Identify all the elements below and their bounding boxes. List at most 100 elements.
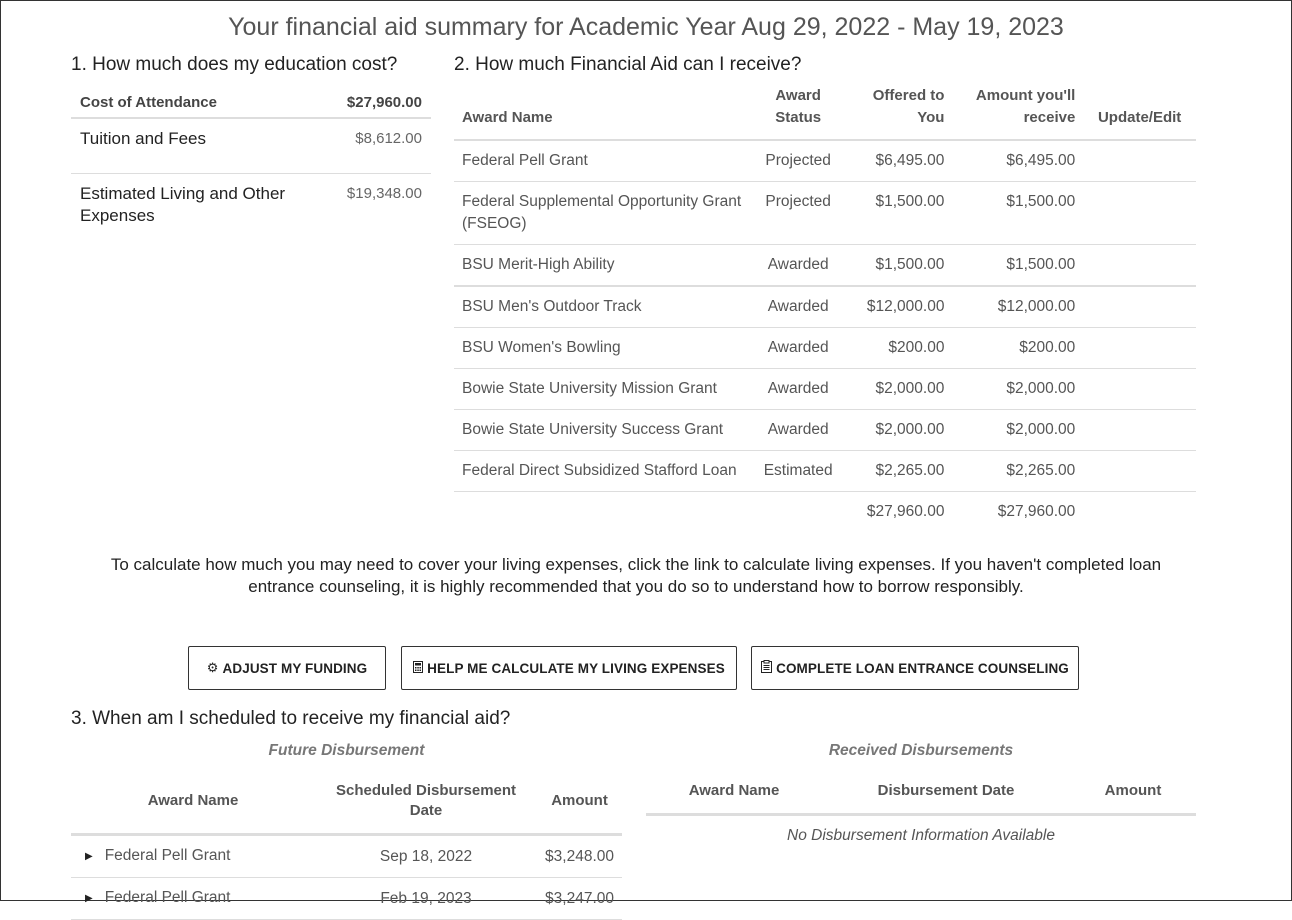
award-edit-cell bbox=[1083, 181, 1196, 245]
award-receive: $12,000.00 bbox=[952, 286, 1084, 328]
gear-icon: ⚙ bbox=[206, 660, 219, 675]
cost-row: Tuition and Fees $8,612.00 bbox=[71, 119, 431, 174]
adjust-funding-button[interactable]: ⚙ ADJUST MY FUNDING bbox=[188, 646, 386, 690]
award-receive: $6,495.00 bbox=[952, 140, 1084, 182]
disbursement-award: ▶ Federal Pell Grant bbox=[71, 877, 315, 920]
received-disbursements-title: Received Disbursements bbox=[828, 742, 1014, 759]
disbursement-amount: $3,247.00 bbox=[537, 877, 622, 920]
calculate-living-expenses-label: HELP ME CALCULATE MY LIVING EXPENSES bbox=[427, 660, 725, 676]
award-row: Federal Direct Subsidized Stafford Loan … bbox=[454, 450, 1196, 492]
expand-arrow-icon[interactable]: ▶ bbox=[85, 889, 93, 909]
future-disbursement-title: Future Disbursement bbox=[268, 742, 425, 759]
award-receive: $2,000.00 bbox=[952, 368, 1084, 410]
cost-header-row: Cost of Attendance $27,960.00 bbox=[71, 87, 431, 119]
adjust-funding-label: ADJUST MY FUNDING bbox=[222, 660, 368, 676]
award-edit-cell bbox=[1083, 409, 1196, 451]
award-status: Awarded bbox=[750, 286, 847, 328]
col-received-award-name: Award Name bbox=[646, 777, 822, 816]
future-header-row: Award Name Scheduled Disbursement Date A… bbox=[71, 777, 622, 836]
award-receive: $2,265.00 bbox=[952, 450, 1084, 492]
award-offered: $2,000.00 bbox=[846, 409, 953, 451]
award-status: Projected bbox=[750, 140, 847, 182]
award-receive: $2,000.00 bbox=[952, 409, 1084, 451]
award-name: BSU Merit-High Ability bbox=[454, 244, 750, 287]
col-future-amount: Amount bbox=[537, 777, 622, 836]
loan-counseling-label: COMPLETE LOAN ENTRANCE COUNSELING bbox=[776, 660, 1069, 676]
award-edit-cell bbox=[1083, 327, 1196, 369]
award-offered: $12,000.00 bbox=[846, 286, 953, 328]
award-receive: $200.00 bbox=[952, 327, 1084, 369]
disbursement-date: Feb 19, 2023 bbox=[315, 877, 538, 920]
no-disbursement-row: No Disbursement Information Available bbox=[646, 815, 1196, 857]
col-disbursement-date: Disbursement Date bbox=[822, 777, 1070, 816]
col-offered: Offered to You bbox=[846, 85, 953, 141]
clipboard-icon bbox=[761, 660, 773, 676]
section2-heading: 2. How much Financial Aid can I receive? bbox=[454, 54, 802, 75]
awards-header-row: Award Name Award Status Offered to You Amo… bbox=[454, 85, 1196, 141]
section1-heading: 1. How much does my education cost? bbox=[71, 54, 398, 75]
awards-table: Award Name Award Status Offered to You Amo… bbox=[454, 85, 1196, 532]
award-row: BSU Women's Bowling Awarded $200.00 $200… bbox=[454, 327, 1196, 369]
col-award-name: Award Name bbox=[454, 85, 750, 141]
disbursement-row[interactable]: ▶ Federal Pell Grant Feb 19, 2023 $3,247.… bbox=[71, 877, 622, 920]
received-header-row: Award Name Disbursement Date Amount bbox=[646, 777, 1196, 816]
disbursement-award: ▶ Federal Pell Grant bbox=[71, 834, 315, 878]
award-edit-cell bbox=[1083, 450, 1196, 492]
disbursement-row[interactable]: ▶ Federal Pell Grant Sep 18, 2022 $3,248.… bbox=[71, 834, 622, 878]
award-offered: $2,000.00 bbox=[846, 368, 953, 410]
award-offered: $6,495.00 bbox=[846, 140, 953, 182]
award-row: Bowie State University Success Grant Awa… bbox=[454, 409, 1196, 451]
cost-row-label: Tuition and Fees bbox=[80, 129, 206, 148]
col-amount-receive: Amount you'll receive bbox=[952, 85, 1084, 141]
award-edit-cell bbox=[1083, 140, 1196, 182]
cost-row-amount: $19,348.00 bbox=[346, 185, 422, 202]
award-edit-cell bbox=[1083, 244, 1196, 287]
award-offered: $1,500.00 bbox=[846, 181, 953, 245]
col-received-amount: Amount bbox=[1070, 777, 1196, 816]
award-status: Awarded bbox=[750, 409, 847, 451]
expand-arrow-icon[interactable]: ▶ bbox=[85, 847, 93, 867]
award-name: Bowie State University Mission Grant bbox=[454, 368, 750, 410]
award-status: Awarded bbox=[750, 327, 847, 369]
award-status: Awarded bbox=[750, 244, 847, 287]
award-status: Estimated bbox=[750, 450, 847, 492]
cost-row-amount: $8,612.00 bbox=[355, 130, 422, 147]
award-name: Bowie State University Success Grant bbox=[454, 409, 750, 451]
award-row: BSU Merit-High Ability Awarded $1,500.00… bbox=[454, 244, 1196, 287]
living-expenses-note: To calculate how much you may need to co… bbox=[110, 555, 1162, 596]
award-status: Projected bbox=[750, 181, 847, 245]
award-edit-cell bbox=[1083, 286, 1196, 328]
award-offered: $2,265.00 bbox=[846, 450, 953, 492]
calculate-living-expenses-button[interactable]: HELP ME CALCULATE MY LIVING EXPENSES bbox=[401, 646, 737, 690]
award-name: Federal Supplemental Opportunity Grant (… bbox=[454, 181, 750, 245]
awards-total-row: $27,960.00 $27,960.00 bbox=[454, 492, 1196, 533]
section3-heading: 3. When am I scheduled to receive my fin… bbox=[71, 708, 511, 729]
cost-header-amount: $27,960.00 bbox=[346, 93, 422, 111]
award-name: Federal Pell Grant bbox=[454, 140, 750, 182]
cost-row-label: Estimated Living and Other Expenses bbox=[80, 184, 286, 225]
col-future-award-name: Award Name bbox=[71, 777, 315, 836]
award-row: Federal Supplemental Opportunity Grant (… bbox=[454, 181, 1196, 245]
cost-of-attendance-table: Cost of Attendance $27,960.00 Tuition an… bbox=[71, 87, 431, 227]
award-receive: $1,500.00 bbox=[952, 244, 1084, 287]
col-award-status: Award Status bbox=[750, 85, 847, 141]
award-edit-cell bbox=[1083, 368, 1196, 410]
loan-counseling-button[interactable]: COMPLETE LOAN ENTRANCE COUNSELING bbox=[751, 646, 1079, 690]
received-disbursements-table: Award Name Disbursement Date Amount No D… bbox=[646, 777, 1196, 856]
award-status: Awarded bbox=[750, 368, 847, 410]
total-receive: $27,960.00 bbox=[997, 503, 1076, 520]
col-update-edit: Update/Edit bbox=[1083, 85, 1196, 141]
col-scheduled-date: Scheduled Disbursement Date bbox=[315, 777, 538, 836]
disbursement-amount: $3,248.00 bbox=[537, 834, 622, 878]
award-name: BSU Women's Bowling bbox=[454, 327, 750, 369]
cost-header-label: Cost of Attendance bbox=[80, 93, 217, 111]
disbursement-date: Sep 18, 2022 bbox=[315, 834, 538, 878]
calculator-icon bbox=[413, 660, 424, 676]
award-offered: $1,500.00 bbox=[846, 244, 953, 287]
future-disbursement-table: Award Name Scheduled Disbursement Date A… bbox=[71, 777, 622, 920]
award-row: BSU Men's Outdoor Track Awarded $12,000.… bbox=[454, 286, 1196, 328]
award-receive: $1,500.00 bbox=[952, 181, 1084, 245]
cost-row: Estimated Living and Other Expenses $19,… bbox=[71, 174, 431, 227]
no-disbursement-message: No Disbursement Information Available bbox=[787, 827, 1055, 844]
total-offered: $27,960.00 bbox=[866, 503, 945, 520]
